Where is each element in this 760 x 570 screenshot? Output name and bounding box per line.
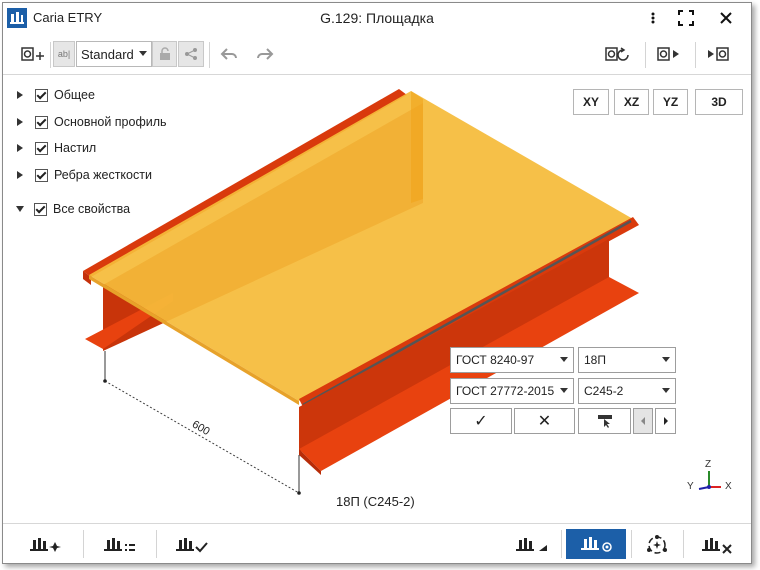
checkbox-icon[interactable] xyxy=(35,168,48,182)
element-properties-icon xyxy=(581,537,612,552)
connections-icon xyxy=(647,535,667,554)
tree-item-all-properties[interactable]: Все свойства xyxy=(16,199,131,219)
tree-item-general[interactable]: Общее xyxy=(17,85,95,105)
expand-arrow-icon[interactable] xyxy=(17,171,23,179)
check-icon: ✓ xyxy=(474,413,488,430)
arrow-left-icon xyxy=(641,417,645,425)
checkbox-icon[interactable] xyxy=(35,88,48,102)
expand-arrow-icon[interactable] xyxy=(17,118,23,126)
scroll-left-button[interactable] xyxy=(633,408,653,434)
view-yz-button[interactable]: YZ xyxy=(653,89,688,115)
scroll-right-button[interactable] xyxy=(655,408,676,434)
axis-y-label: Y xyxy=(687,481,694,492)
app-window: Caria ETRY G.129: Площадка ab| Standard xyxy=(2,2,752,564)
view-3d-button[interactable]: 3D xyxy=(695,89,743,115)
bottom-toolbar xyxy=(3,523,751,563)
confirm-button[interactable]: ✓ xyxy=(450,408,512,434)
collapse-arrow-icon[interactable] xyxy=(16,206,24,212)
checkbox-icon[interactable] xyxy=(35,115,48,129)
profile-caption: 18П (С245-2) xyxy=(336,494,415,509)
steel-dropdown[interactable]: С245-2 xyxy=(578,378,676,404)
standard1-dropdown[interactable]: ГОСТ 8240-97 xyxy=(450,347,574,373)
chevron-down-icon xyxy=(560,388,568,393)
cancel-button[interactable]: ✕ xyxy=(514,408,575,434)
standard2-dropdown[interactable]: ГОСТ 27772-2015 xyxy=(450,378,574,404)
expand-arrow-icon[interactable] xyxy=(17,91,23,99)
connections-button[interactable] xyxy=(639,531,675,559)
element-list-icon xyxy=(104,538,135,551)
checkbox-icon[interactable] xyxy=(34,202,47,216)
chevron-down-icon xyxy=(560,357,568,362)
tree-item-label: Все свойства xyxy=(53,202,131,216)
element-add-icon xyxy=(30,538,61,552)
arrow-right-icon xyxy=(663,417,668,425)
element-check-icon xyxy=(176,538,208,553)
tree-item-stiffeners[interactable]: Ребра жесткости xyxy=(17,165,152,185)
pick-cursor-icon xyxy=(597,415,612,428)
standard1-value: ГОСТ 8240-97 xyxy=(456,353,535,367)
model-viewport[interactable]: 600 xyxy=(3,3,751,523)
tree-item-main-profile[interactable]: Основной профиль xyxy=(17,112,167,132)
chevron-down-icon xyxy=(662,388,670,393)
tree-item-label: Ребра жесткости xyxy=(54,168,152,182)
tree-item-label: Настил xyxy=(54,141,97,155)
standard2-value: ГОСТ 27772-2015 xyxy=(456,384,555,398)
element-list-button[interactable] xyxy=(99,531,139,559)
element-properties-button[interactable] xyxy=(566,529,626,559)
expand-arrow-icon[interactable] xyxy=(17,144,23,152)
pick-button[interactable] xyxy=(578,408,631,434)
axes-gizmo: Z Y X xyxy=(685,459,735,501)
steel-value: С245-2 xyxy=(584,384,624,398)
profile-dropdown[interactable]: 18П xyxy=(578,347,676,373)
element-dropdown-button[interactable] xyxy=(511,531,551,559)
tree-item-label: Основной профиль xyxy=(54,115,167,129)
element-check-button[interactable] xyxy=(171,531,211,559)
element-delete-button[interactable] xyxy=(697,531,737,559)
axis-z-label: Z xyxy=(705,459,712,470)
tree-item-label: Общее xyxy=(54,88,95,102)
profile-value: 18П xyxy=(584,353,606,367)
element-delete-icon xyxy=(702,538,732,554)
chevron-down-icon xyxy=(662,357,670,362)
element-add-button[interactable] xyxy=(25,531,65,559)
tree-item-deck[interactable]: Настил xyxy=(17,138,96,158)
view-xy-button[interactable]: XY xyxy=(573,89,609,115)
element-dropdown-icon xyxy=(516,538,547,551)
checkbox-icon[interactable] xyxy=(35,141,48,155)
axis-x-label: X xyxy=(725,481,732,492)
cross-icon: ✕ xyxy=(537,413,552,430)
view-xz-button[interactable]: XZ xyxy=(614,89,649,115)
dimension-label: 600 xyxy=(190,418,212,438)
